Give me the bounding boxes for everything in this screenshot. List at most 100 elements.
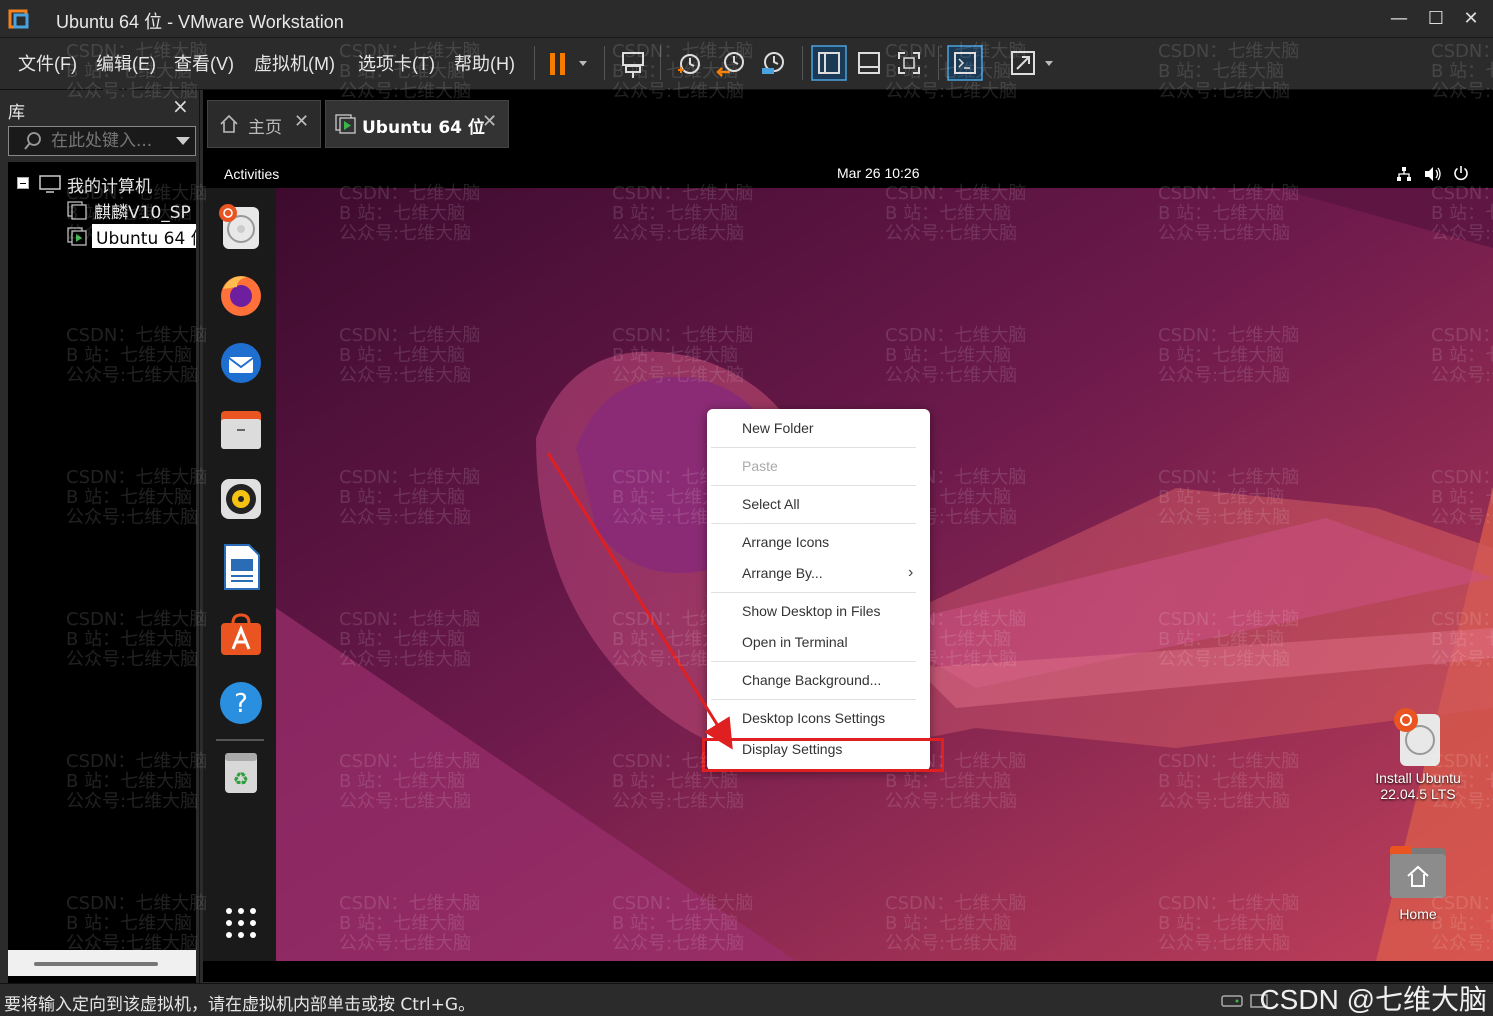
toolbar-separator bbox=[938, 46, 939, 80]
library-horizontal-scrollbar[interactable] bbox=[8, 950, 196, 976]
menu-tabs[interactable]: 选项卡(T) bbox=[358, 50, 435, 76]
menu-separator bbox=[711, 447, 916, 448]
vmware-window: Ubuntu 64 位 - VMware Workstation — ☐ ✕ 文… bbox=[0, 0, 1493, 1016]
toolbar-separator bbox=[802, 46, 803, 80]
menu-item-show-desktop-in-files[interactable]: Show Desktop in Files bbox=[742, 603, 922, 627]
help-icon[interactable]: ? bbox=[217, 679, 265, 727]
minimize-button[interactable]: — bbox=[1384, 6, 1414, 32]
dock-separator bbox=[216, 739, 264, 741]
dropdown-arrow-icon[interactable] bbox=[1036, 44, 1062, 82]
files-icon[interactable] bbox=[217, 407, 265, 455]
tab-close-button[interactable]: ✕ bbox=[294, 111, 309, 132]
menu-separator bbox=[711, 592, 916, 593]
window-title: Ubuntu 64 位 - VMware Workstation bbox=[56, 12, 344, 32]
menu-edit[interactable]: 编辑(E) bbox=[96, 50, 156, 76]
close-window-button[interactable]: ✕ bbox=[1456, 6, 1486, 32]
menu-vm[interactable]: 虚拟机(M) bbox=[254, 50, 335, 76]
svg-text:?: ? bbox=[234, 689, 248, 719]
home-folder-icon bbox=[1390, 846, 1446, 898]
csdn-watermark: CSDN @七维大脑 bbox=[1259, 984, 1487, 1015]
hard-disk-icon[interactable] bbox=[1220, 992, 1244, 1010]
toolbar-separator bbox=[660, 46, 661, 80]
rhythmbox-icon[interactable] bbox=[217, 475, 265, 523]
vm-running-icon bbox=[335, 114, 356, 134]
status-bar: 要将输入定向到该虚拟机，请在虚拟机内部单击或按 Ctrl+G。 CSDN @七维… bbox=[0, 983, 1493, 1016]
firefox-icon[interactable] bbox=[217, 271, 265, 319]
menu-separator bbox=[711, 699, 916, 700]
send-ctrl-alt-del-icon[interactable] bbox=[614, 44, 652, 82]
maximize-button[interactable]: ☐ bbox=[1421, 6, 1451, 32]
menu-item-select-all[interactable]: Select All bbox=[742, 496, 922, 520]
library-close-button[interactable]: × bbox=[172, 94, 189, 118]
library-title: 库 bbox=[8, 103, 25, 123]
toolbar-separator bbox=[534, 46, 535, 80]
tree-item-label: Ubuntu 64 位 bbox=[92, 224, 196, 248]
tab-close-button[interactable]: ✕ bbox=[482, 111, 497, 132]
computer-icon bbox=[39, 175, 61, 193]
desktop-icon-install-ubuntu[interactable]: Install Ubuntu 22.04.5 LTS bbox=[1363, 706, 1473, 802]
activities-button[interactable]: Activities bbox=[224, 166, 279, 182]
menu-item-desktop-icons-settings[interactable]: Desktop Icons Settings bbox=[742, 710, 922, 734]
dropdown-arrow-icon[interactable] bbox=[570, 44, 596, 82]
menu-separator bbox=[711, 661, 916, 662]
menu-item-paste: Paste bbox=[742, 458, 778, 474]
menu-item-arrange-by[interactable]: Arrange By... bbox=[742, 565, 922, 589]
app-center-icon[interactable] bbox=[217, 611, 265, 659]
vmware-logo-icon bbox=[8, 9, 29, 29]
snapshot-icon[interactable] bbox=[670, 44, 708, 82]
desktop-icon-label: Install Ubuntu bbox=[1375, 770, 1461, 786]
library-tree: 我的计算机 麒麟V10_SP Ubuntu 64 位 bbox=[8, 162, 196, 1016]
menu-separator bbox=[711, 523, 916, 524]
tree-item-label: 我的计算机 bbox=[67, 177, 152, 196]
show-apps-icon[interactable] bbox=[217, 899, 265, 947]
desktop-context-menu: New Folder Paste Select All Arrange Icon… bbox=[707, 409, 930, 771]
volume-icon[interactable] bbox=[1424, 166, 1442, 182]
fullscreen-icon[interactable] bbox=[890, 44, 928, 82]
menu-item-arrange-icons[interactable]: Arrange Icons bbox=[742, 534, 922, 558]
home-icon bbox=[220, 114, 238, 133]
tree-item-ubuntu[interactable]: Ubuntu 64 位 bbox=[8, 224, 196, 248]
search-icon bbox=[24, 132, 41, 150]
power-icon[interactable] bbox=[1453, 165, 1469, 181]
vm-tab-strip: 主页 ✕ Ubuntu 64 位 ✕ bbox=[203, 90, 1493, 158]
vm-running-icon bbox=[67, 227, 87, 246]
network-icon[interactable] bbox=[1396, 166, 1412, 182]
ubuntu-installer-icon bbox=[1394, 708, 1440, 766]
revert-snapshot-icon[interactable] bbox=[712, 44, 750, 82]
menu-item-open-in-terminal[interactable]: Open in Terminal bbox=[742, 634, 922, 658]
menu-file[interactable]: 文件(F) bbox=[18, 50, 77, 76]
snapshot-manager-icon[interactable] bbox=[754, 44, 792, 82]
tab-ubuntu[interactable]: Ubuntu 64 位 ✕ bbox=[325, 100, 509, 148]
chevron-down-icon[interactable] bbox=[175, 135, 191, 147]
menu-item-change-background[interactable]: Change Background... bbox=[742, 672, 922, 696]
trash-icon[interactable]: ♻ bbox=[217, 749, 265, 797]
menu-separator bbox=[711, 485, 916, 486]
library-search-box[interactable] bbox=[8, 126, 196, 156]
toolbar-separator bbox=[604, 46, 605, 80]
thumbnail-bar-icon[interactable] bbox=[850, 44, 888, 82]
collapse-icon[interactable] bbox=[17, 177, 29, 189]
tab-home[interactable]: 主页 ✕ bbox=[207, 100, 321, 148]
thunderbird-icon[interactable] bbox=[217, 339, 265, 387]
tree-item-label: 麒麟V10_SP bbox=[94, 203, 191, 222]
show-library-icon[interactable] bbox=[810, 44, 848, 82]
clock[interactable]: Mar 26 10:26 bbox=[837, 165, 920, 181]
ubuntu-installer-icon[interactable] bbox=[217, 203, 265, 251]
libreoffice-writer-icon[interactable] bbox=[217, 543, 265, 591]
menu-item-new-folder[interactable]: New Folder bbox=[742, 420, 922, 444]
scrollbar-thumb[interactable] bbox=[34, 962, 158, 966]
library-search-input[interactable] bbox=[51, 129, 171, 153]
ubuntu-dock: ? ♻ bbox=[203, 188, 276, 961]
tree-item-kylin[interactable]: 麒麟V10_SP bbox=[8, 198, 196, 222]
tab-label: Ubuntu 64 位 bbox=[362, 118, 485, 138]
guest-screen[interactable]: Activities Mar 26 10:26 ? ♻ Install Ubun… bbox=[203, 158, 1493, 982]
menu-item-display-settings[interactable]: Display Settings bbox=[742, 741, 922, 765]
desktop-icon-label: Home bbox=[1399, 906, 1437, 922]
menu-help[interactable]: 帮助(H) bbox=[454, 50, 515, 76]
title-bar: Ubuntu 64 位 - VMware Workstation — ☐ ✕ bbox=[0, 0, 1493, 38]
menu-view[interactable]: 查看(V) bbox=[174, 50, 234, 76]
tree-item-my-computer[interactable]: 我的计算机 bbox=[8, 172, 196, 196]
desktop-icon-home[interactable]: Home bbox=[1363, 844, 1473, 922]
console-view-icon[interactable] bbox=[946, 44, 984, 82]
svg-text:♻: ♻ bbox=[233, 769, 249, 790]
